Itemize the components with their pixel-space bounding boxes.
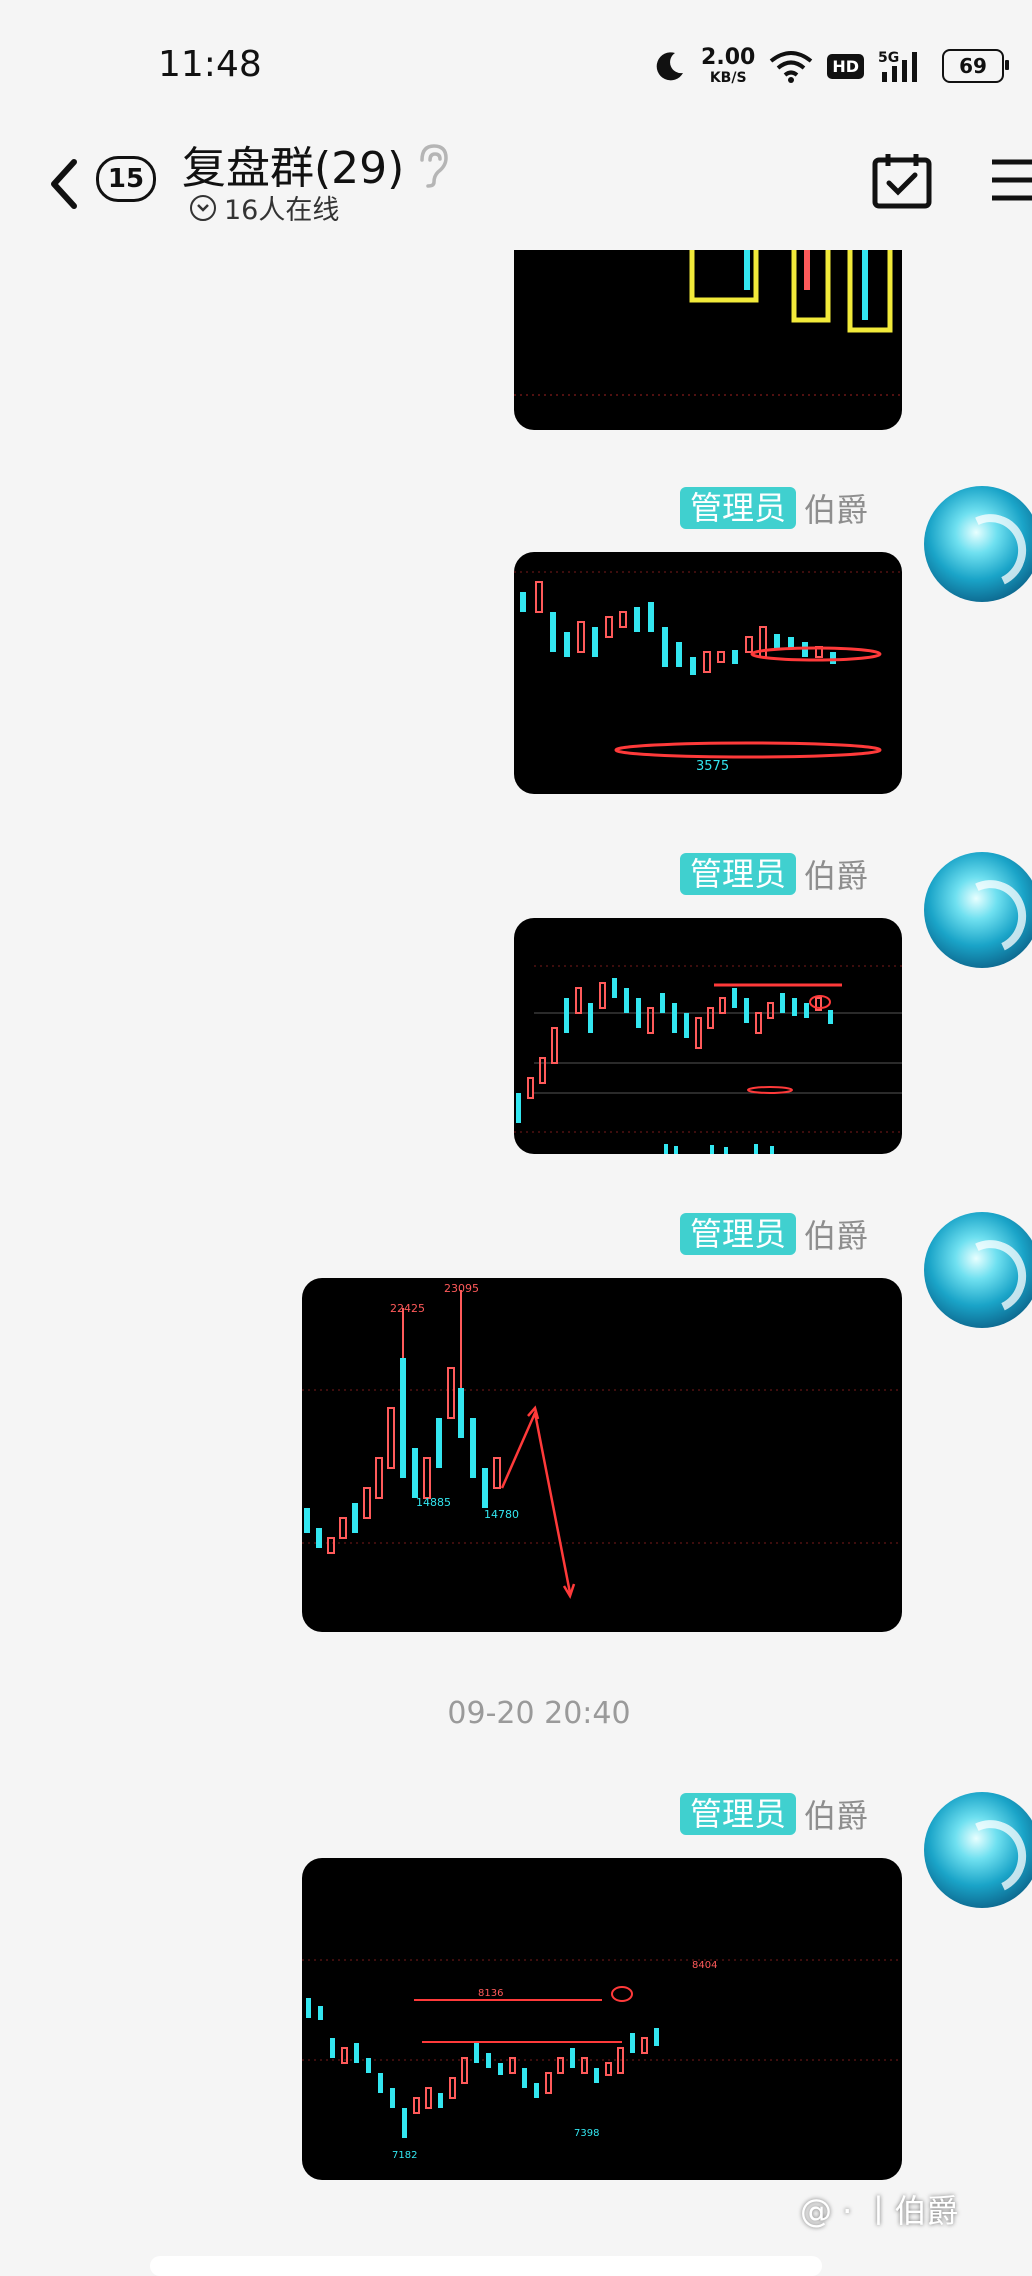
chart-label: 8136 (478, 1988, 503, 1999)
avatar[interactable] (924, 1212, 1032, 1328)
calendar-check-icon[interactable] (870, 150, 934, 214)
online-count: 16人在线 (224, 195, 340, 226)
signal-icon: 5G (878, 48, 928, 84)
clock: 11:48 (158, 44, 262, 85)
watermark: @ · 丨伯爵 (800, 2192, 959, 2230)
admin-badge: 管理员 (680, 1793, 797, 1835)
status-icons: 2.00 KB/S HD 5G 69 (653, 44, 1009, 88)
wifi-icon (769, 49, 813, 83)
message-header: 管理员 伯爵 (680, 1792, 868, 1836)
net-speed-unit: KB/S (709, 70, 747, 86)
image-message[interactable]: 8136 8404 7182 7398 (302, 1858, 902, 2180)
group-title[interactable]: 复盘群(29) (182, 132, 404, 196)
stock-chart-image: 8136 8404 7182 7398 (302, 1959, 902, 2161)
chart-label: 7398 (574, 2128, 599, 2139)
signal-label: 5G (878, 50, 899, 66)
moon-icon (653, 49, 687, 83)
sender-name[interactable]: 伯爵 (804, 485, 868, 531)
sender-name[interactable]: 伯爵 (804, 1211, 868, 1257)
image-message[interactable]: 22425 23095 14885 14780 (302, 1278, 902, 1632)
chart-label: 14780 (484, 1508, 519, 1521)
admin-badge: 管理员 (680, 487, 797, 529)
online-status[interactable]: 16人在线 (190, 188, 339, 227)
message-timestamp: 09-20 20:40 (447, 1696, 631, 1731)
avatar[interactable] (924, 852, 1032, 968)
avatar[interactable] (924, 1792, 1032, 1908)
image-message[interactable]: 3575 (514, 552, 902, 794)
sender-name[interactable]: 伯爵 (804, 1791, 868, 1837)
status-bar: 11:48 2.00 KB/S HD 5G 69 (0, 0, 1032, 130)
chart-label: 3575 (696, 759, 729, 774)
stock-chart-image (514, 965, 902, 1154)
chevron-left-icon (51, 159, 77, 209)
battery-indicator: 69 (942, 49, 1009, 83)
chart-label: 8404 (692, 1960, 717, 1971)
menu-icon[interactable] (990, 156, 1032, 208)
stock-chart-image: 22425 23095 14885 14780 (302, 1282, 902, 1599)
avatar[interactable] (924, 486, 1032, 602)
image-message[interactable] (514, 250, 902, 430)
message-header: 管理员 伯爵 (680, 486, 868, 530)
chart-label: 23095 (444, 1282, 479, 1295)
message-header: 管理员 伯爵 (680, 852, 868, 896)
chart-label: 22425 (390, 1302, 425, 1315)
message-header: 管理员 伯爵 (680, 1212, 868, 1256)
image-message[interactable] (514, 918, 902, 1154)
net-speed-value: 2.00 (701, 45, 756, 70)
stock-chart-image: 3575 (514, 571, 902, 774)
ear-icon[interactable] (412, 142, 452, 192)
admin-badge: 管理员 (680, 1213, 797, 1255)
message-list[interactable]: 管理员 伯爵 3575 管理员 伯爵 管理员 伯爵 22425 23095 14… (0, 250, 1032, 2240)
sender-name[interactable]: 伯爵 (804, 851, 868, 897)
input-bar[interactable] (150, 2256, 822, 2276)
unread-count-badge[interactable]: 15 (96, 156, 156, 202)
admin-badge: 管理员 (680, 853, 797, 895)
net-speed: 2.00 KB/S (701, 45, 756, 86)
chart-label: 14885 (416, 1496, 451, 1509)
chat-header: 15 复盘群(29) 16人在线 (0, 130, 1032, 250)
chart-label: 7182 (392, 2150, 417, 2161)
stock-chart-image (514, 250, 902, 396)
back-button[interactable] (44, 154, 84, 214)
hd-badge: HD (827, 53, 864, 79)
chevron-down-icon (190, 194, 216, 221)
